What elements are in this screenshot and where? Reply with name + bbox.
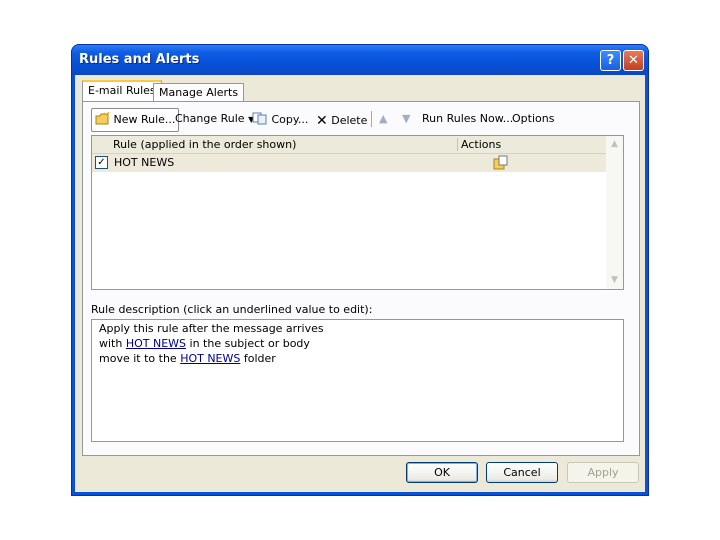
rules-list[interactable]: Rule (applied in the order shown) Action… — [91, 135, 624, 290]
help-icon[interactable]: ? — [600, 50, 621, 71]
description-line-3-suffix: folder — [240, 352, 276, 365]
cancel-button[interactable]: Cancel — [486, 462, 558, 483]
description-line-2-prefix: with — [99, 337, 126, 350]
options-button[interactable]: Options — [512, 112, 554, 125]
delete-icon: ✕ — [316, 113, 328, 129]
tab-manage-alerts[interactable]: Manage Alerts — [153, 83, 245, 102]
rule-description-label: Rule description (click an underlined va… — [91, 303, 373, 316]
target-folder-link[interactable]: HOT NEWS — [180, 352, 240, 365]
delete-label: Delete — [331, 114, 368, 127]
copy-button[interactable]: Copy... — [252, 112, 308, 128]
column-divider — [457, 138, 458, 151]
new-rule-button[interactable]: New Rule... — [91, 108, 180, 132]
subject-words-link[interactable]: HOT NEWS — [126, 337, 186, 350]
description-line-3: move it to the HOT NEWS folder — [99, 352, 276, 365]
apply-button[interactable]: Apply — [567, 462, 639, 483]
action-move-icon — [493, 155, 509, 173]
rules-list-scrollbar[interactable]: ▲ ▼ — [606, 136, 623, 289]
new-rule-icon — [95, 111, 110, 128]
rule-row-hot-news[interactable]: ✓ HOT NEWS — [92, 154, 606, 172]
close-icon[interactable]: ✕ — [623, 50, 644, 71]
new-rule-label: New Rule... — [113, 113, 176, 126]
copy-label: Copy... — [271, 113, 309, 126]
rule-description-box: Apply this rule after the message arrive… — [91, 319, 624, 442]
column-rule[interactable]: Rule (applied in the order shown) — [113, 138, 296, 151]
checkbox-icon[interactable]: ✓ — [95, 156, 108, 169]
scroll-up-icon[interactable]: ▲ — [607, 137, 622, 152]
description-line-2-suffix: in the subject or body — [186, 337, 310, 350]
column-actions[interactable]: Actions — [461, 138, 501, 151]
window-title: Rules and Alerts — [79, 52, 200, 67]
copy-icon — [252, 112, 268, 128]
delete-button[interactable]: ✕ Delete — [316, 112, 368, 129]
email-rules-panel: New Rule... Change Rule ▼ Copy... ✕ Dele… — [82, 101, 640, 456]
rule-name: HOT NEWS — [114, 156, 175, 169]
dialog-client: E-mail Rules Manage Alerts New Rule... C… — [75, 75, 645, 492]
rules-and-alerts-window: Rules and Alerts ? ✕ E-mail Rules Manage… — [72, 45, 648, 495]
tab-email-rules[interactable]: E-mail Rules — [82, 80, 162, 103]
run-rules-now-button[interactable]: Run Rules Now... — [422, 112, 513, 125]
toolbar-separator — [371, 111, 372, 127]
description-line-3-prefix: move it to the — [99, 352, 181, 365]
move-down-icon[interactable]: ▼ — [402, 112, 410, 125]
description-line-1: Apply this rule after the message arrive… — [99, 322, 324, 335]
ok-button[interactable]: OK — [406, 462, 478, 483]
rules-list-header: Rule (applied in the order shown) Action… — [92, 136, 606, 154]
change-rule-button[interactable]: Change Rule ▼ — [175, 112, 254, 125]
description-line-2: with HOT NEWS in the subject or body — [99, 337, 310, 350]
title-bar[interactable]: Rules and Alerts ? ✕ — [72, 45, 648, 75]
change-rule-label: Change Rule — [175, 112, 245, 125]
move-up-icon[interactable]: ▲ — [379, 112, 387, 125]
rules-toolbar: New Rule... Change Rule ▼ Copy... ✕ Dele… — [91, 108, 631, 132]
scroll-down-icon[interactable]: ▼ — [607, 273, 622, 288]
